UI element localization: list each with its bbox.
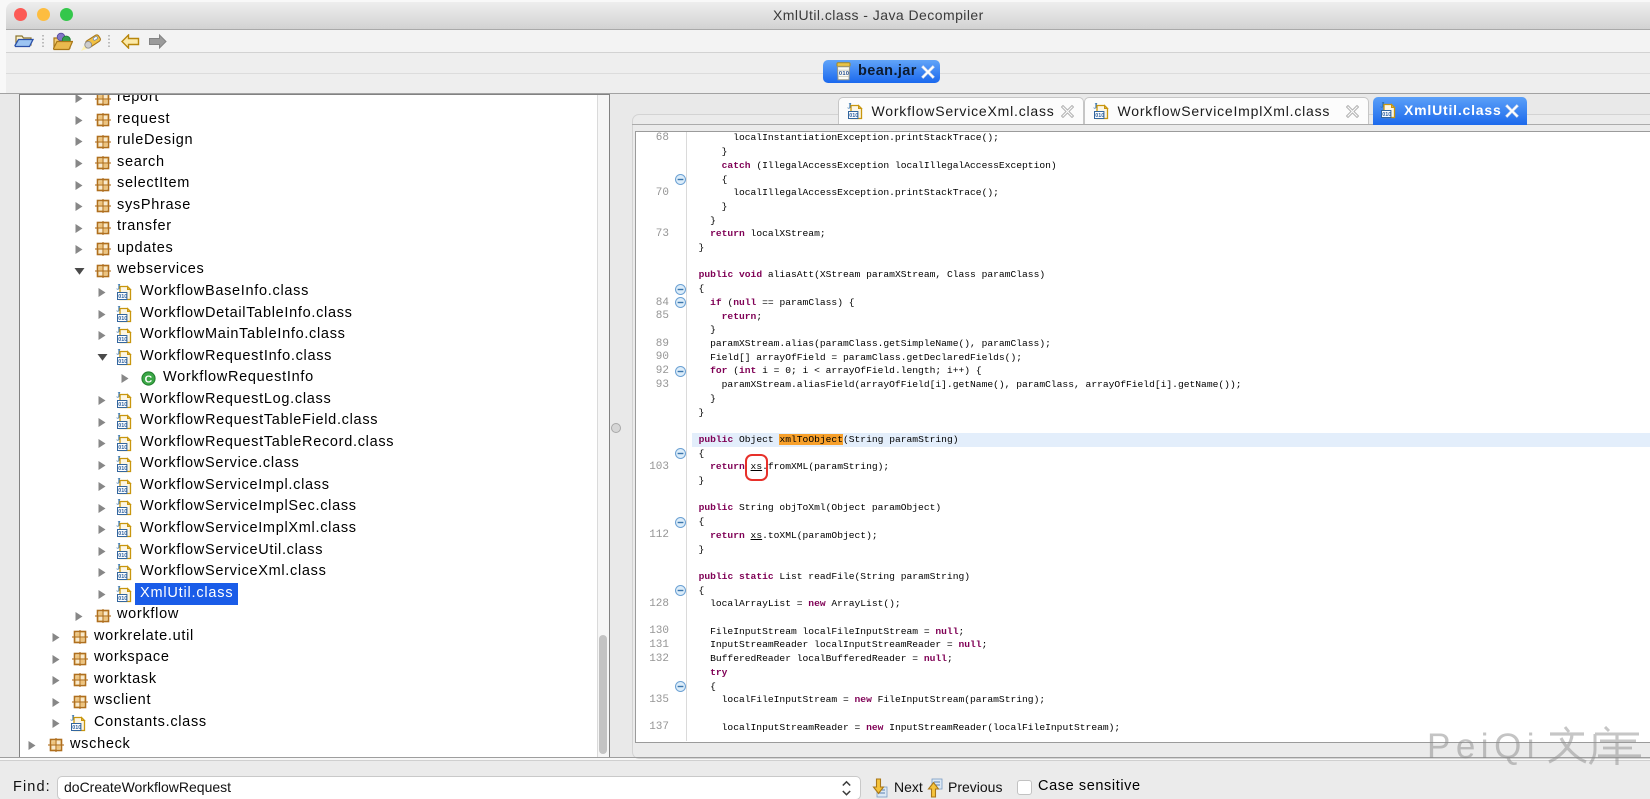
svg-text:010: 010 xyxy=(118,316,127,322)
svg-text:010: 010 xyxy=(118,294,127,300)
svg-text:010: 010 xyxy=(118,467,127,473)
svg-text:010: 010 xyxy=(118,359,127,365)
svg-text:010: 010 xyxy=(118,553,127,559)
svg-text:010: 010 xyxy=(72,725,81,731)
svg-text:010: 010 xyxy=(118,402,127,408)
svg-text:010: 010 xyxy=(118,574,127,580)
svg-text:010: 010 xyxy=(118,510,127,516)
svg-text:010: 010 xyxy=(1095,113,1104,119)
svg-text:010: 010 xyxy=(1382,112,1391,118)
svg-text:010: 010 xyxy=(118,337,127,343)
svg-text:010: 010 xyxy=(839,71,849,77)
svg-text:C: C xyxy=(145,374,153,386)
svg-text:010: 010 xyxy=(118,423,127,429)
svg-text:010: 010 xyxy=(849,113,858,119)
svg-text:010: 010 xyxy=(118,488,127,494)
svg-text:010: 010 xyxy=(118,596,127,602)
svg-text:010: 010 xyxy=(118,445,127,451)
svg-text:010: 010 xyxy=(118,531,127,537)
